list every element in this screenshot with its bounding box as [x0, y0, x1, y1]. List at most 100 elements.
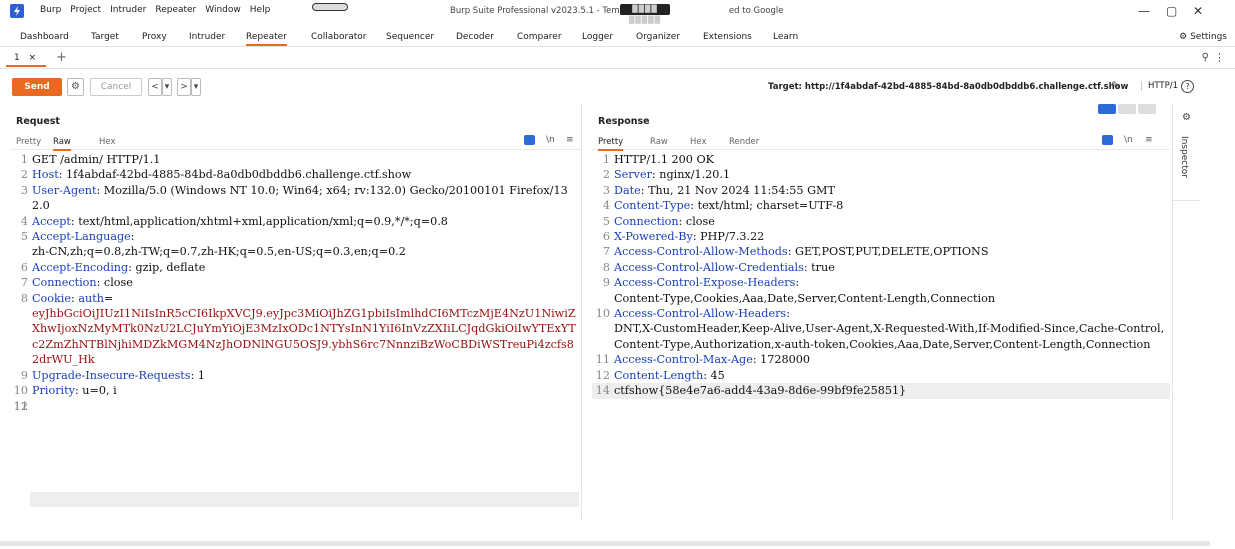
request-menu-icon[interactable]: ≡: [566, 135, 574, 145]
menu-window[interactable]: Window: [205, 5, 241, 15]
response-tab-raw[interactable]: Raw: [650, 137, 668, 147]
title-bar: Burp Project Intruder Repeater Window He…: [0, 0, 1235, 24]
tab-proxy[interactable]: Proxy: [142, 32, 167, 42]
target-url: Target: http://1f4abdaf-42bd-4885-84bd-8…: [768, 82, 1129, 92]
tab-sequencer[interactable]: Sequencer: [386, 32, 434, 42]
tab-collaborator[interactable]: Collaborator: [311, 32, 366, 42]
response-view-tabs: Pretty Raw Hex Render: [592, 134, 1170, 151]
cancel-button[interactable]: Cancel: [90, 78, 142, 96]
response-line-1: 1 HTTP/1.1 200 OK: [602, 153, 714, 166]
request-line-7: 7 Connection: close: [20, 276, 133, 290]
back-button[interactable]: <: [148, 78, 162, 96]
settings-button[interactable]: ⚙ Settings: [1179, 32, 1227, 42]
response-line-11: 11 Access-Control-Max-Age: 1728000: [595, 353, 810, 367]
request-newline-toggle[interactable]: \n: [546, 135, 555, 145]
repeater-tab-1[interactable]: 1 ×: [6, 51, 46, 67]
response-line-3: 3 Date: Thu, 21 Nov 2024 11:54:55 GMT: [602, 183, 835, 197]
response-newline-toggle[interactable]: \n: [1124, 135, 1133, 145]
more-options-icon[interactable]: ⋮: [1214, 51, 1225, 64]
response-line-12: 12 Content-Length: 45: [595, 368, 725, 382]
response-tab-render[interactable]: Render: [729, 137, 759, 147]
tab-comparer[interactable]: Comparer: [517, 32, 562, 42]
close-tab-icon[interactable]: ×: [29, 53, 37, 63]
window-title-right: ed to Google: [728, 6, 784, 16]
tab-decoder[interactable]: Decoder: [456, 32, 494, 42]
forward-button[interactable]: >: [177, 78, 191, 96]
layout-stacked-icon[interactable]: [1118, 104, 1136, 114]
close-window-button[interactable]: ✕: [1193, 4, 1203, 18]
response-editor[interactable]: 1 HTTP/1.1 200 OK 2 Server: nginx/1.20.1 3…: [592, 152, 1170, 520]
tab-logger[interactable]: Logger: [582, 32, 613, 42]
forward-history-chevron-down-icon[interactable]: ▾: [191, 78, 201, 96]
request-list-icon[interactable]: [524, 135, 535, 146]
tab-target[interactable]: Target: [91, 32, 119, 42]
response-line-2: 2 Server: nginx/1.20.1: [602, 168, 731, 182]
response-menu-icon[interactable]: ≡: [1145, 135, 1153, 145]
inspector-settings-icon[interactable]: ⚙: [1182, 112, 1191, 123]
inspector-sidebar: ⚙ Inspector: [1172, 104, 1200, 520]
response-title: Response: [598, 116, 650, 127]
request-editor[interactable]: 1 GET /admin/ HTTP/1.1 2 Host: 1f4abdaf-42…: [10, 152, 581, 520]
request-view-tabs: Pretty Raw Hex: [10, 134, 581, 151]
request-line-8: 8 Cookie: auth= eyJhbGciOiJIUzI1NiIsInR5cC…: [20, 291, 576, 367]
http-version-selector[interactable]: HTTP/1: [1141, 81, 1178, 91]
request-line-10: 10 Priority: u=0, i: [13, 384, 117, 398]
menu-bar: Burp Project Intruder Repeater Window He…: [40, 5, 270, 15]
response-tab-pretty[interactable]: Pretty: [598, 137, 624, 151]
request-line-3: 3 User-Agent: Mozilla/5.0 (Windows NT 10.…: [20, 183, 568, 213]
tab-dashboard[interactable]: Dashboard: [20, 32, 69, 42]
request-panel: Request Pretty Raw Hex \n ≡ 1 GET /admin/…: [10, 104, 582, 520]
tab-learn[interactable]: Learn: [773, 32, 798, 42]
redacted-overlay: ████ █████: [620, 4, 670, 24]
menu-burp[interactable]: Burp: [40, 5, 61, 15]
request-settings-gear-icon[interactable]: ⚙: [67, 78, 84, 96]
repeater-tabs: 1 × + ⚲ ⋮: [0, 49, 1235, 69]
request-title: Request: [16, 116, 60, 127]
search-icon[interactable]: ⚲: [1202, 52, 1209, 63]
response-line-7: 7 Access-Control-Allow-Methods: GET,POST,…: [602, 245, 989, 259]
response-list-icon[interactable]: [1102, 135, 1113, 146]
tab-repeater[interactable]: Repeater: [246, 32, 287, 46]
edit-target-pencil-icon[interactable]: ✎: [1111, 79, 1120, 92]
layout-tabs-icon[interactable]: [1138, 104, 1156, 114]
menu-intruder[interactable]: Intruder: [110, 5, 146, 15]
menu-repeater[interactable]: Repeater: [155, 5, 196, 15]
layout-toggle: [1098, 104, 1156, 114]
add-tab-button[interactable]: +: [56, 50, 67, 65]
menu-help[interactable]: Help: [250, 5, 271, 15]
horizontal-scrollbar[interactable]: [0, 541, 1210, 546]
send-button[interactable]: Send: [12, 78, 62, 96]
inspector-tab[interactable]: Inspector: [1179, 136, 1189, 178]
request-line-5: 5 Accept-Language: zh-CN,zh;q=0.8,zh-TW;q=…: [20, 230, 406, 259]
repeater-tab-label: 1: [14, 53, 20, 63]
request-line-1: 1 GET /admin/ HTTP/1.1: [20, 153, 161, 166]
response-line-14: 14 ctfshow{58e4e7a6-add4-43a9-8d6e-99bf9f…: [592, 383, 1170, 399]
response-line-9: 9 Access-Control-Expose-Headers: Content-T…: [602, 276, 996, 305]
back-history-chevron-down-icon[interactable]: ▾: [162, 78, 172, 96]
settings-label: Settings: [1190, 32, 1227, 42]
tab-extensions[interactable]: Extensions: [703, 32, 752, 42]
request-line-9: 9 Upgrade-Insecure-Requests: 1: [20, 368, 206, 382]
tab-organizer[interactable]: Organizer: [636, 32, 680, 42]
window-title-left: Burp Suite Professional v2023.5.1 - Temp…: [450, 6, 639, 16]
floating-pill-handle[interactable]: [312, 3, 348, 11]
burp-logo-icon: [10, 4, 24, 18]
request-line-6: 6 Accept-Encoding: gzip, deflate: [20, 260, 206, 274]
tool-tabs: Dashboard Target Proxy Intruder Repeater…: [0, 29, 1235, 47]
response-line-6: 6 X-Powered-By: PHP/7.3.22: [602, 230, 765, 244]
menu-project[interactable]: Project: [70, 5, 101, 15]
response-tab-hex[interactable]: Hex: [690, 137, 707, 147]
response-panel: Response Pretty Raw Hex Render \n ≡ 1 HTT…: [592, 104, 1170, 520]
help-icon[interactable]: ?: [1181, 80, 1194, 93]
current-line-highlight: [30, 492, 579, 507]
layout-side-by-side-icon[interactable]: [1098, 104, 1116, 114]
maximize-button[interactable]: ▢: [1166, 4, 1177, 18]
request-tab-pretty[interactable]: Pretty: [16, 137, 41, 147]
minimize-button[interactable]: —: [1138, 4, 1150, 18]
tab-intruder[interactable]: Intruder: [189, 32, 225, 42]
response-line-10: 10 Access-Control-Allow-Headers: DNT,X-Cus…: [595, 307, 1165, 351]
repeater-toolbar: Send ⚙ Cancel < ▾ > ▾ Target: http://1f4…: [0, 76, 1235, 98]
request-tab-raw[interactable]: Raw: [53, 137, 71, 151]
request-tab-hex[interactable]: Hex: [99, 137, 116, 147]
response-line-4: 4 Content-Type: text/html; charset=UTF-8: [602, 199, 844, 213]
